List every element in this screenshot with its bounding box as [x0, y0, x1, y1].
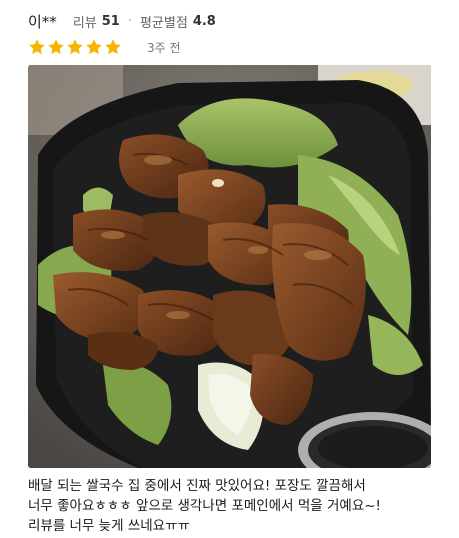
- food-photo-image: [28, 65, 431, 468]
- avg-rating-label: 평균별점: [139, 15, 188, 31]
- review-header: 이** 리뷰 51 · 평균별점 4.8: [28, 8, 216, 34]
- review-date: 3주 전: [147, 40, 181, 55]
- star-icon: [29, 39, 45, 55]
- review-count: 51: [101, 13, 120, 29]
- star-icon: [105, 39, 121, 55]
- separator-dot: ·: [127, 13, 132, 29]
- review-text: 배달 되는 쌀국수 집 중에서 진짜 맛있어요! 포장도 깔끔해서너무 좋아요ㅎ…: [28, 476, 438, 536]
- review-text-line: 리뷰를 너무 늦게 쓰네요ㅠㅠ: [28, 518, 190, 534]
- star-icon: [48, 39, 64, 55]
- star-icon: [86, 39, 102, 55]
- avg-rating: 4.8: [192, 13, 216, 29]
- review-card: 이** 리뷰 51 · 평균별점 4.8 3주 전 배달 되는 쌀국수 집 중에…: [0, 0, 459, 538]
- star-icon: [67, 39, 83, 55]
- review-text-line: 배달 되는 쌀국수 집 중에서 진짜 맛있어요! 포장도 깔끔해서: [28, 478, 366, 494]
- star-rating: [28, 38, 123, 56]
- reviewer-name[interactable]: 이**: [28, 11, 57, 32]
- review-count-label: 리뷰: [72, 15, 97, 31]
- review-photo[interactable]: [28, 65, 431, 468]
- rating-row: 3주 전: [28, 36, 181, 58]
- review-text-line: 너무 좋아요ㅎㅎㅎ 앞으로 생각나면 포메인에서 먹을 거예요~!: [28, 498, 381, 514]
